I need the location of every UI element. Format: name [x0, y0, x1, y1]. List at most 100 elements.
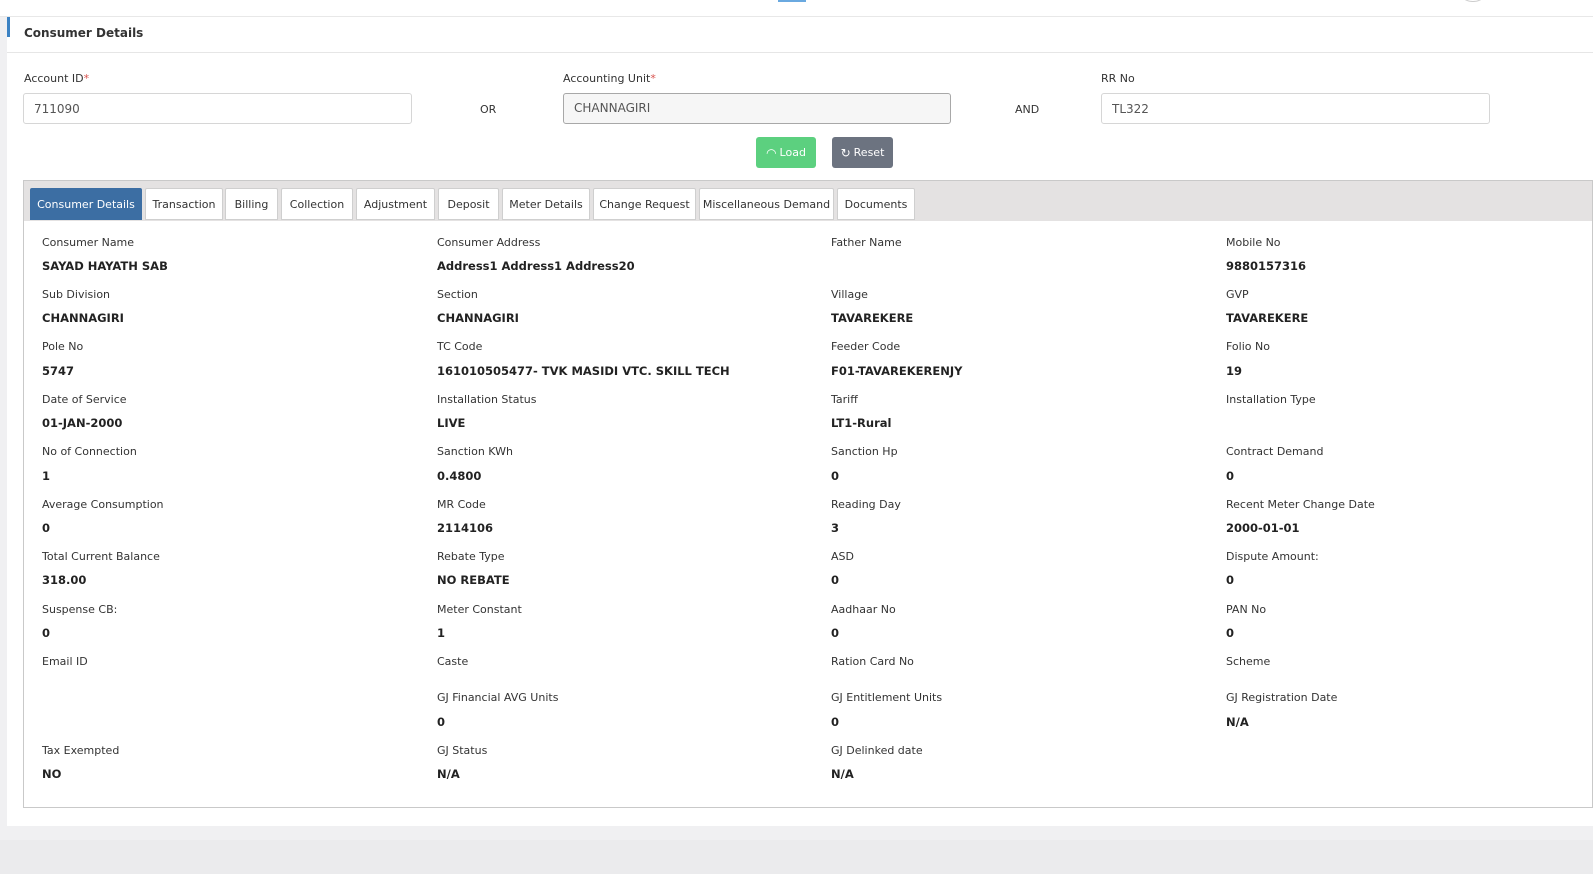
sanction-kwh-value: 0.4800 [437, 469, 482, 483]
rr-no-input[interactable] [1101, 93, 1490, 124]
suspense-cb-value: 0 [42, 626, 51, 640]
gj-delinked-date-value: N/A [831, 767, 854, 781]
panel-header: Consumer Details [7, 17, 1593, 53]
user-avatar[interactable] [1463, 0, 1483, 2]
top-bar-indicator [778, 0, 806, 2]
tc-code-value: 161010505477- TVK MASIDI VTC. SKILL TECH [437, 364, 730, 378]
load-button-label: Load [779, 146, 806, 159]
rebate-type-label: Rebate Type [437, 550, 505, 563]
gj-registration-date-value: N/A [1226, 715, 1249, 729]
tab-deposit[interactable]: Deposit [438, 188, 499, 220]
tab-miscellaneous-demand[interactable]: Miscellaneous Demand [699, 188, 834, 220]
ration-card-no-label: Ration Card No [831, 655, 914, 668]
mr-code-value: 2114106 [437, 521, 494, 535]
section-value: CHANNAGIRI [437, 311, 519, 325]
feeder-code-value: F01-TAVAREKERENJY [831, 364, 963, 378]
aadhaar-no-value: 0 [831, 626, 840, 640]
tab-strip: Consumer Details Transaction Billing Col… [24, 181, 1592, 221]
top-bar [0, 0, 1593, 17]
asd-value: 0 [831, 573, 840, 587]
gj-financial-avg-units-value: 0 [437, 715, 446, 729]
mobile-no-label: Mobile No [1226, 236, 1281, 249]
folio-no-value: 19 [1226, 364, 1243, 378]
pole-no-label: Pole No [42, 340, 84, 353]
installation-status-label: Installation Status [437, 393, 537, 406]
gj-status-value: N/A [437, 767, 460, 781]
tab-collection[interactable]: Collection [281, 188, 353, 220]
accounting-unit-select[interactable]: CHANNAGIRI [563, 93, 951, 124]
date-of-service-value: 01-JAN-2000 [42, 416, 123, 430]
sub-division-value: CHANNAGIRI [42, 311, 124, 325]
sub-division-label: Sub Division [42, 288, 111, 301]
gvp-value: TAVAREKERE [1226, 311, 1309, 325]
sanction-hp-label: Sanction Hp [831, 445, 898, 458]
village-value: TAVAREKERE [831, 311, 914, 325]
recent-meter-change-date-label: Recent Meter Change Date [1226, 498, 1375, 511]
and-label: AND [1015, 103, 1040, 116]
required-marker: * [650, 72, 656, 85]
installation-status-value: LIVE [437, 416, 466, 430]
no-of-connection-value: 1 [42, 469, 51, 483]
pan-no-label: PAN No [1226, 603, 1267, 616]
sanction-kwh-label: Sanction KWh [437, 445, 513, 458]
meter-constant-value: 1 [437, 626, 446, 640]
rr-no-label: RR No [1101, 72, 1135, 85]
reading-day-label: Reading Day [831, 498, 901, 511]
tab-meter-details[interactable]: Meter Details [502, 188, 590, 220]
tab-billing[interactable]: Billing [225, 188, 278, 220]
tab-change-request[interactable]: Change Request [593, 188, 696, 220]
pole-no-value: 5747 [42, 364, 75, 378]
gvp-label: GVP [1226, 288, 1249, 301]
contract-demand-value: 0 [1226, 469, 1235, 483]
account-id-label: Account ID* [24, 72, 90, 85]
no-of-connection-label: No of Connection [42, 445, 137, 458]
consumer-name-value: SAYAD HAYATH SAB [42, 259, 168, 273]
gj-financial-avg-units-label: GJ Financial AVG Units [437, 691, 559, 704]
reset-button[interactable]: ↻ Reset [832, 137, 893, 168]
gj-entitlement-units-label: GJ Entitlement Units [831, 691, 943, 704]
tax-exempted-value: NO [42, 767, 62, 781]
load-button[interactable]: ◠ Load [756, 137, 816, 168]
average-consumption-label: Average Consumption [42, 498, 164, 511]
reading-day-value: 3 [831, 521, 840, 535]
suspense-cb-label: Suspense CB: [42, 603, 118, 616]
gj-registration-date-label: GJ Registration Date [1226, 691, 1338, 704]
account-id-input[interactable] [23, 93, 412, 124]
meter-constant-label: Meter Constant [437, 603, 522, 616]
installation-type-label: Installation Type [1226, 393, 1316, 406]
consumer-address-label: Consumer Address [437, 236, 541, 249]
village-label: Village [831, 288, 868, 301]
required-marker: * [83, 72, 90, 85]
consumer-details-panel: Consumer Details Account ID* OR Accounti… [7, 17, 1593, 826]
mobile-no-value: 9880157316 [1226, 259, 1307, 273]
rebate-type-value: NO REBATE [437, 573, 510, 587]
tab-adjustment[interactable]: Adjustment [356, 188, 435, 220]
caste-label: Caste [437, 655, 469, 668]
consumer-name-label: Consumer Name [42, 236, 135, 249]
average-consumption-value: 0 [42, 521, 51, 535]
folio-no-label: Folio No [1226, 340, 1270, 353]
contract-demand-label: Contract Demand [1226, 445, 1324, 458]
total-current-balance-value: 318.00 [42, 573, 87, 587]
aadhaar-no-label: Aadhaar No [831, 603, 896, 616]
sanction-hp-value: 0 [831, 469, 840, 483]
feeder-code-label: Feeder Code [831, 340, 901, 353]
scheme-label: Scheme [1226, 655, 1271, 668]
tab-transaction[interactable]: Transaction [145, 188, 223, 220]
tab-consumer-details[interactable]: Consumer Details [30, 188, 142, 220]
section-label: Section [437, 288, 478, 301]
tab-documents[interactable]: Documents [837, 188, 915, 220]
spinner-icon: ◠ [766, 145, 777, 160]
panel-title: Consumer Details [24, 26, 144, 40]
refresh-icon: ↻ [840, 145, 851, 160]
accounting-unit-label: Accounting Unit* [563, 72, 656, 85]
asd-label: ASD [831, 550, 854, 563]
dispute-amount-value: 0 [1226, 573, 1235, 587]
or-label: OR [480, 103, 497, 116]
details-tab-container: Consumer Details Transaction Billing Col… [23, 180, 1593, 808]
tc-code-label: TC Code [437, 340, 483, 353]
gj-delinked-date-label: GJ Delinked date [831, 744, 923, 757]
tax-exempted-label: Tax Exempted [42, 744, 120, 757]
gj-entitlement-units-value: 0 [831, 715, 840, 729]
total-current-balance-label: Total Current Balance [42, 550, 160, 563]
